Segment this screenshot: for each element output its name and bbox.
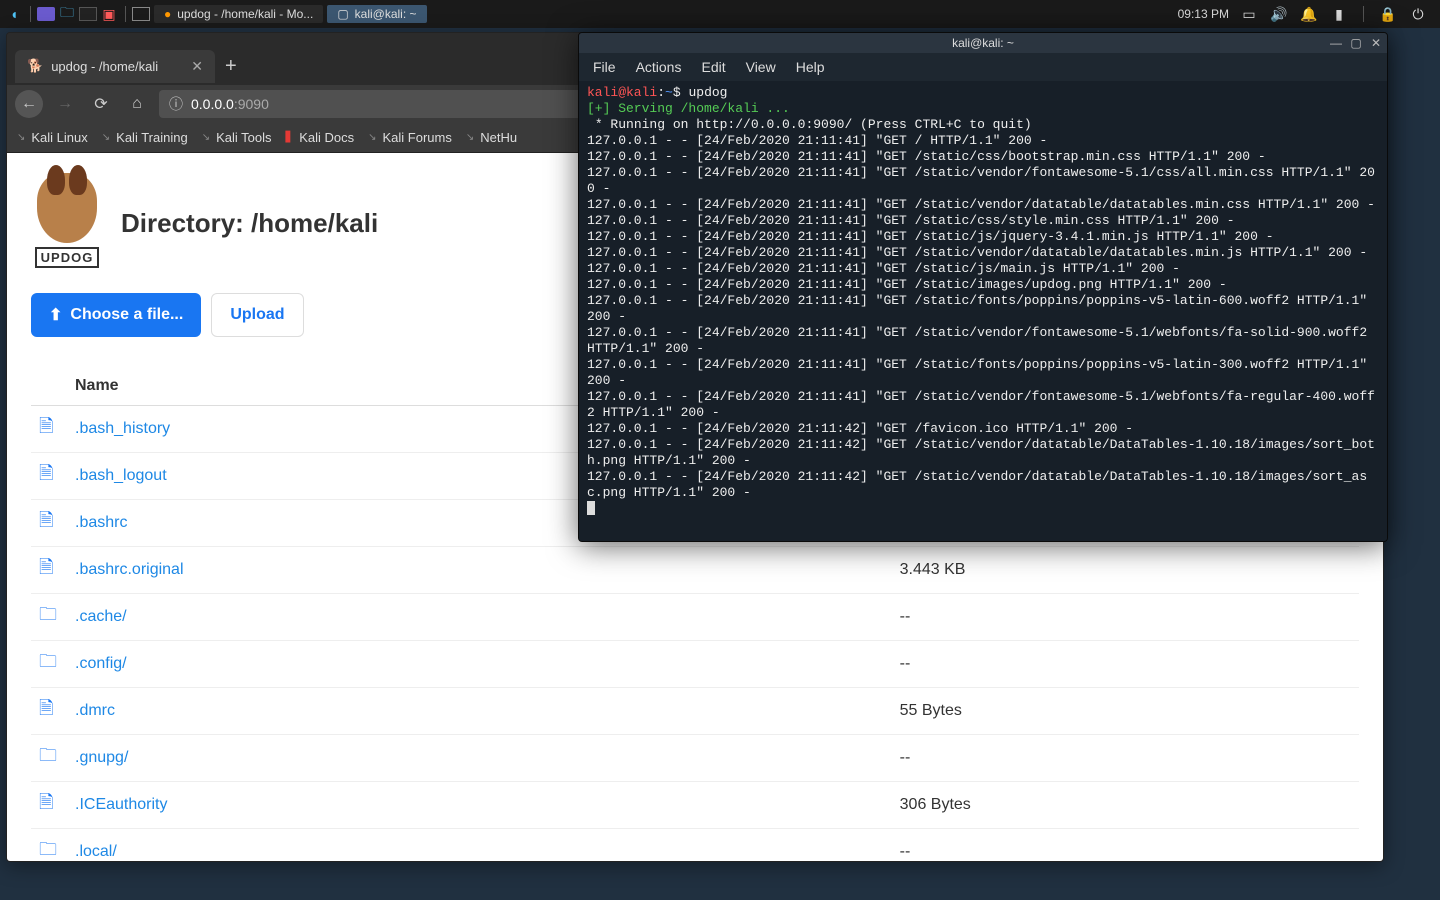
back-button[interactable]: ← <box>15 90 43 118</box>
terminal-task-icon: ▢ <box>337 7 348 21</box>
folder-icon: 🗀 <box>39 602 63 632</box>
menu-view[interactable]: View <box>746 59 776 75</box>
terminal-menubar: File Actions Edit View Help <box>579 53 1387 81</box>
app-icon[interactable]: ▣ <box>99 4 119 24</box>
site-info-icon[interactable]: ⓘ <box>169 94 183 114</box>
home-button[interactable]: ⌂ <box>123 90 151 118</box>
bookmark-icon: ↘ <box>102 132 110 143</box>
bookmark-icon: ↘ <box>466 132 474 143</box>
file-size: 306 Bytes <box>892 782 1359 829</box>
reload-button[interactable]: ⟳ <box>87 90 115 118</box>
file-icon: 🗎 <box>39 461 63 491</box>
terminal-launcher-icon[interactable] <box>79 7 97 21</box>
bookmark-icon: ↘ <box>17 132 25 143</box>
file-size: 3.443 KB <box>892 547 1359 594</box>
table-row: 🗎 .ICEauthority 306 Bytes <box>31 782 1359 829</box>
bookmark-icon: ↘ <box>368 132 376 143</box>
file-size: -- <box>892 829 1359 862</box>
power-icon[interactable]: ⏻ <box>1408 4 1428 24</box>
menu-file[interactable]: File <box>593 59 616 75</box>
firefox-icon: ● <box>164 7 171 21</box>
notification-icon[interactable]: 🔔 <box>1299 4 1319 24</box>
taskbar-item-firefox[interactable]: ● updog - /home/kali - Mo... <box>154 5 323 23</box>
file-link[interactable]: .cache/ <box>75 608 127 625</box>
kali-menu-icon[interactable]: ◖ <box>4 4 24 24</box>
file-link[interactable]: .local/ <box>75 843 117 860</box>
workspace-icon[interactable] <box>132 7 150 21</box>
clock[interactable]: 09:13 PM <box>1178 7 1229 21</box>
terminal-window: kali@kali: ~ — ▢ ✕ File Actions Edit Vie… <box>578 32 1388 542</box>
upload-button[interactable]: Upload <box>211 293 303 337</box>
table-row: 🗀 .cache/ -- <box>31 594 1359 641</box>
file-icon: 🗎 <box>39 790 63 820</box>
upload-icon: ⬆ <box>49 305 62 325</box>
file-link[interactable]: .config/ <box>75 655 127 672</box>
file-icon: 🗎 <box>39 555 63 585</box>
table-row: 🗎 .bashrc.original 3.443 KB <box>31 547 1359 594</box>
bookmark-icon: ↘ <box>202 132 210 143</box>
lock-icon[interactable]: 🔒 <box>1378 4 1398 24</box>
menu-help[interactable]: Help <box>796 59 825 75</box>
file-size: -- <box>892 594 1359 641</box>
close-button[interactable]: ✕ <box>1369 33 1383 47</box>
tab-close-icon[interactable]: ✕ <box>191 58 203 75</box>
menu-actions[interactable]: Actions <box>636 59 682 75</box>
taskbar-item-terminal[interactable]: ▢ kali@kali: ~ <box>327 5 426 23</box>
file-size: -- <box>892 735 1359 782</box>
table-row: 🗀 .config/ -- <box>31 641 1359 688</box>
choose-file-button[interactable]: ⬆ Choose a file... <box>31 293 201 337</box>
task-label: kali@kali: ~ <box>355 7 417 21</box>
file-icon: 🗎 <box>39 696 63 726</box>
file-link[interactable]: .bash_history <box>75 420 170 437</box>
file-icon: 🗎 <box>39 414 63 444</box>
bookmark-icon: ▋ <box>286 132 294 143</box>
file-link[interactable]: .ICEauthority <box>75 796 167 813</box>
bookmark-kali-tools[interactable]: ↘Kali Tools <box>202 130 272 145</box>
file-link[interactable]: .dmrc <box>75 702 115 719</box>
tab-favicon: 🐕 <box>27 58 43 74</box>
table-row: 🗀 .local/ -- <box>31 829 1359 862</box>
table-row: 🗎 .dmrc 55 Bytes <box>31 688 1359 735</box>
maximize-button[interactable]: ▢ <box>1349 33 1363 47</box>
minimize-button[interactable]: — <box>1329 33 1343 47</box>
file-link[interactable]: .gnupg/ <box>75 749 128 766</box>
menu-edit[interactable]: Edit <box>701 59 725 75</box>
file-icon: 🗎 <box>39 508 63 538</box>
table-row: 🗀 .gnupg/ -- <box>31 735 1359 782</box>
folder-icon: 🗀 <box>39 837 63 861</box>
terminal-cursor <box>587 501 595 515</box>
file-link[interactable]: .bash_logout <box>75 467 167 484</box>
file-size: -- <box>892 641 1359 688</box>
browser-tab[interactable]: 🐕 updog - /home/kali ✕ <box>15 50 215 83</box>
bookmark-nethunter[interactable]: ↘NetHu <box>466 130 517 145</box>
bookmark-kali-linux[interactable]: ↘Kali Linux <box>17 130 88 145</box>
logo-text: UPDOG <box>35 247 100 268</box>
url-host: 0.0.0.0 <box>191 96 234 112</box>
file-link[interactable]: .bashrc <box>75 514 127 531</box>
page-title: Directory: /home/kali <box>121 208 378 239</box>
forward-button[interactable]: → <box>51 90 79 118</box>
file-size: 55 Bytes <box>892 688 1359 735</box>
bookmark-kali-forums[interactable]: ↘Kali Forums <box>368 130 452 145</box>
folder-icon: 🗀 <box>39 743 63 773</box>
volume-icon[interactable]: 🔊 <box>1269 4 1289 24</box>
tab-title: updog - /home/kali <box>51 59 158 74</box>
terminal-output[interactable]: kali@kali:~$ updog [+] Serving /home/kal… <box>579 81 1387 541</box>
url-port: :9090 <box>234 96 269 112</box>
top-panel: ◖ 🗀 ▣ ● updog - /home/kali - Mo... ▢ kal… <box>0 0 1440 28</box>
bookmark-kali-training[interactable]: ↘Kali Training <box>102 130 188 145</box>
folder-icon: 🗀 <box>39 649 63 679</box>
desktop-icon[interactable] <box>37 7 55 21</box>
task-label: updog - /home/kali - Mo... <box>177 7 313 21</box>
display-icon[interactable]: ▭ <box>1239 4 1259 24</box>
bookmark-kali-docs[interactable]: ▋Kali Docs <box>286 130 355 145</box>
updog-logo: UPDOG <box>31 173 103 273</box>
battery-icon[interactable]: ▮ <box>1329 4 1349 24</box>
file-link[interactable]: .bashrc.original <box>75 561 184 578</box>
new-tab-button[interactable]: + <box>225 55 237 78</box>
files-icon[interactable]: 🗀 <box>57 4 77 24</box>
terminal-titlebar: kali@kali: ~ — ▢ ✕ <box>579 33 1387 53</box>
